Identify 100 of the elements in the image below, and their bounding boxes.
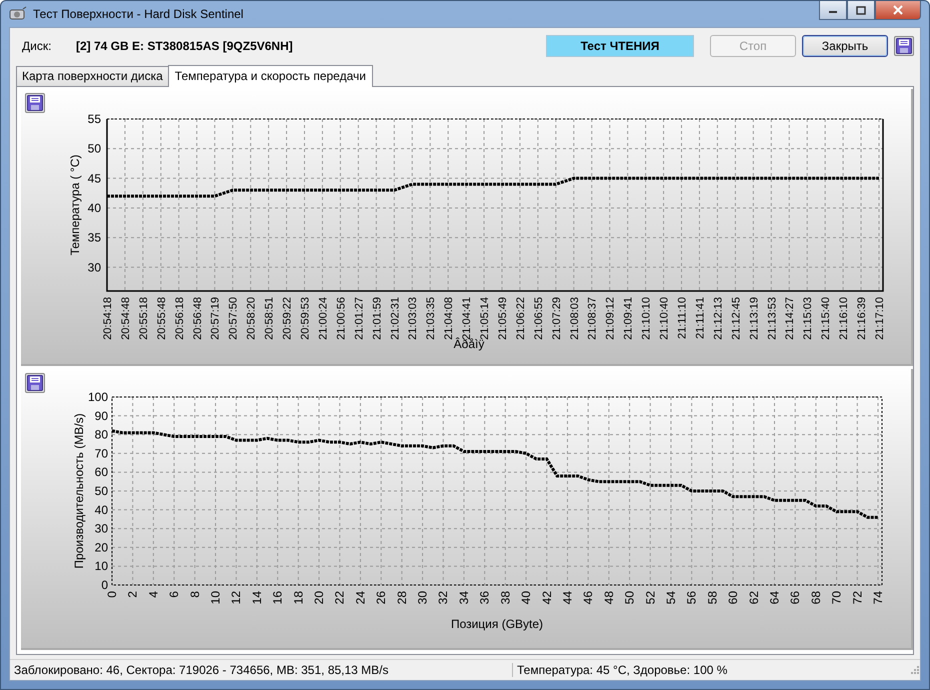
x-tick-label: 20:58:51: [264, 297, 276, 340]
y-tick-label: 50: [88, 142, 101, 156]
x-tick-label: 21:09:12: [604, 297, 617, 340]
x-tick-label: 18: [291, 591, 306, 604]
maximize-icon: [856, 6, 866, 14]
tab[interactable]: Температура и скорость передачи: [168, 65, 373, 87]
tab[interactable]: Карта поверхности диска: [16, 66, 169, 86]
y-axis-title: Температура ( °C): [68, 154, 82, 256]
y-tick-label: 30: [94, 522, 108, 536]
x-tick-label: 4: [146, 591, 160, 598]
x-tick-label: 21:05:14: [479, 297, 492, 340]
x-tick-label: 14: [250, 591, 264, 604]
y-tick-label: 55: [88, 112, 101, 126]
close-icon: [892, 5, 904, 15]
x-tick-label: 42: [540, 591, 554, 604]
x-tick-label: 21:06:55: [532, 297, 545, 340]
close-button[interactable]: [875, 1, 921, 20]
x-tick-label: 48: [602, 591, 616, 604]
app-icon: [9, 6, 27, 22]
x-tick-label: 20:54:18: [102, 297, 114, 340]
x-tick-label: 20: [312, 591, 326, 604]
y-tick-label: 10: [94, 559, 108, 574]
x-tick-label: 21:05:49: [496, 297, 509, 340]
x-tick-label: 21:03:03: [407, 297, 420, 340]
resize-grip-icon: [910, 665, 920, 675]
y-tick-label: 90: [94, 408, 108, 423]
x-tick-label: 21:00:24: [317, 297, 330, 340]
x-tick-label: 10: [208, 591, 223, 604]
x-tick-label: 44: [560, 591, 574, 604]
y-tick-label: 20: [94, 540, 108, 554]
x-axis-title: Позиция (GByte): [450, 617, 544, 631]
x-tick-label: 62: [746, 591, 761, 604]
x-tick-label: 21:04:41: [461, 297, 474, 340]
minimize-button[interactable]: [819, 1, 847, 20]
y-axis-title: Производительность (MB/s): [72, 413, 86, 569]
x-tick-label: 21:13:19: [748, 297, 760, 340]
x-tick-label: 21:13:53: [766, 297, 778, 340]
x-tick-label: 21:11:41: [694, 297, 706, 340]
x-tick-label: 30: [416, 591, 430, 604]
x-tick-label: 21:01:59: [371, 297, 384, 340]
x-tick-label: 60: [726, 591, 740, 604]
x-tick-label: 24: [353, 591, 368, 604]
x-tick-label: 21:16:39: [856, 297, 868, 340]
x-tick-label: 21:04:08: [443, 297, 456, 340]
x-tick-label: 21:02:31: [389, 297, 402, 340]
x-tick-label: 34: [456, 591, 471, 604]
maximize-button[interactable]: [847, 1, 875, 20]
x-tick-label: 6: [167, 591, 182, 598]
x-tick-label: 21:10:10: [640, 297, 653, 340]
x-tick-label: 8: [188, 591, 202, 598]
x-tick-label: 20:58:20: [246, 297, 258, 340]
x-tick-label: 21:15:03: [802, 297, 814, 340]
x-tick-label: 56: [684, 591, 699, 604]
x-tick-label: 0: [105, 591, 119, 598]
x-tick-label: 52: [643, 591, 658, 604]
y-tick-label: 35: [88, 230, 101, 245]
x-tick-label: 21:16:10: [838, 297, 850, 340]
x-tick-label: 64: [767, 591, 782, 604]
x-tick-label: 70: [830, 591, 844, 604]
y-tick-label: 50: [94, 484, 108, 498]
y-tick-label: 100: [88, 390, 108, 404]
x-tick-label: 20:55:18: [138, 297, 150, 340]
x-tick-label: 72: [850, 591, 864, 604]
x-tick-label: 21:11:10: [676, 297, 688, 340]
x-tick-label: 21:17:10: [874, 297, 886, 340]
x-tick-label: 20:59:53: [300, 297, 312, 340]
x-tick-label: 54: [664, 591, 678, 604]
save-chart-button[interactable]: [25, 93, 45, 113]
x-tick-label: 21:06:22: [514, 297, 527, 340]
x-tick-label: 21:10:40: [658, 297, 671, 340]
x-tick-label: 20:54:48: [120, 297, 132, 340]
y-tick-label: 45: [88, 171, 101, 186]
x-tick-label: 40: [519, 591, 534, 604]
y-tick-label: 0: [101, 578, 108, 592]
x-tick-label: 28: [394, 591, 409, 604]
x-tick-label: 21:03:35: [425, 297, 438, 340]
x-tick-label: 21:01:27: [353, 297, 366, 340]
close-dialog-button[interactable]: Закрыть: [802, 35, 888, 57]
x-tick-label: 21:15:40: [820, 297, 832, 340]
x-tick-label: 74: [871, 591, 885, 604]
y-tick-label: 70: [94, 446, 108, 460]
y-tick-label: 40: [88, 200, 101, 215]
disk-name: [2] 74 GB E: ST380815AS [9QZ5V6NH]: [76, 39, 293, 53]
x-tick-label: 50: [622, 591, 637, 604]
x-tick-label: 20:59:22: [282, 297, 294, 340]
disk-label: Диск:: [22, 39, 52, 53]
save-chart-button[interactable]: [25, 373, 45, 393]
x-tick-label: 21:08:37: [586, 297, 599, 340]
save-button[interactable]: [894, 36, 914, 56]
status-text: Заблокировано: 46, Сектора: 719026 - 734656, MB: 351, 85,13 MB/s: [10, 663, 513, 677]
x-tick-label: 20:56:18: [174, 297, 186, 340]
x-tick-label: 21:12:45: [730, 297, 742, 340]
x-tick-label: 38: [498, 591, 512, 604]
status-text: Температура: 45 °C, Здоровье: 100 %: [516, 663, 728, 677]
x-tick-label: 16: [270, 591, 285, 604]
window-title: Тест Поверхности - Hard Disk Sentinel: [33, 7, 244, 21]
x-tick-label: 68: [808, 591, 823, 604]
x-tick-label: 21:14:27: [784, 297, 796, 340]
y-tick-label: 40: [94, 502, 108, 517]
x-tick-label: 2: [126, 591, 140, 598]
